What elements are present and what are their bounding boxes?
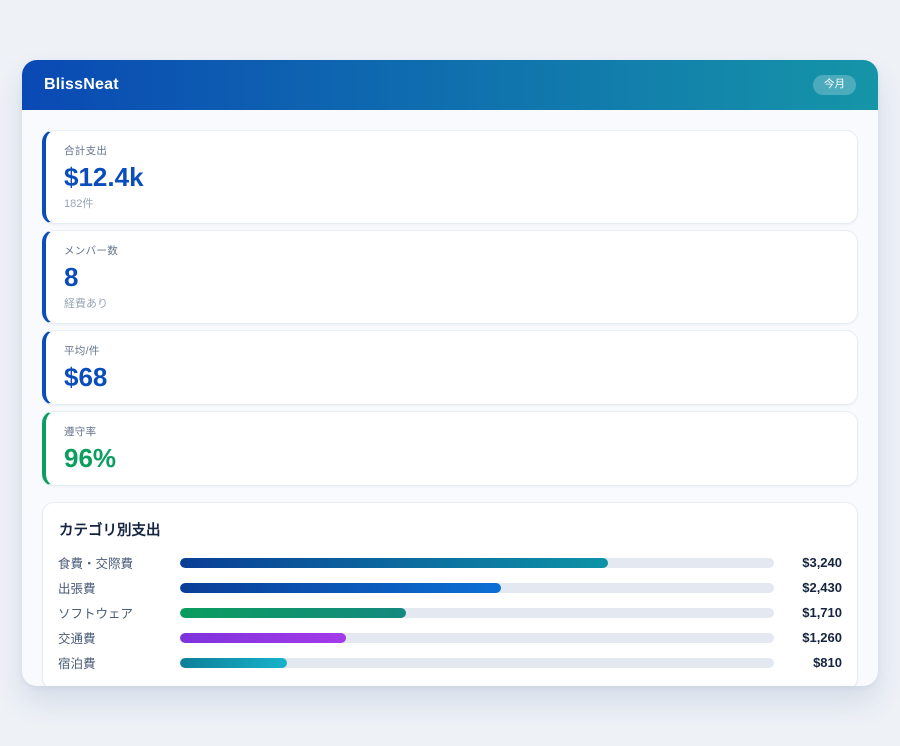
category-value: $1,260 [774, 630, 842, 645]
category-label: 交通費 [58, 628, 180, 647]
category-label: 出張費 [58, 578, 180, 597]
category-row: ソフトウェア $1,710 [58, 600, 842, 625]
category-value: $3,240 [774, 555, 842, 570]
bar-fill [180, 658, 287, 668]
bar-track [180, 583, 774, 593]
bar-fill [180, 633, 346, 643]
stat-value: $12.4k [64, 163, 839, 192]
stat-label: 遵守率 [64, 424, 839, 439]
category-section-title: カテゴリ別支出 [59, 519, 842, 540]
stat-value: 8 [64, 263, 839, 292]
category-label: 食費・交際費 [58, 553, 180, 572]
category-value: $2,430 [774, 580, 842, 595]
bar-fill [180, 583, 501, 593]
bar-track [180, 658, 774, 668]
category-card: カテゴリ別支出 食費・交際費 $3,240 出張費 $2,430 ソフトウェア … [42, 502, 858, 686]
stat-sub: 経費あり [64, 295, 839, 311]
app-container: BlissNeat 今月 合計支出 $12.4k 182件 メンバー数 8 経費… [22, 60, 878, 686]
category-row: 交通費 $1,260 [58, 625, 842, 650]
bar-track [180, 608, 774, 618]
stat-card: 平均/件 $68 [42, 330, 858, 405]
stat-card: 遵守率 96% [42, 411, 858, 486]
stat-card: メンバー数 8 経費あり [42, 230, 858, 324]
category-value: $810 [774, 655, 842, 670]
app-header: BlissNeat 今月 [22, 60, 878, 110]
app-title: BlissNeat [44, 76, 119, 94]
bar-fill [180, 558, 608, 568]
stat-value: $68 [64, 363, 839, 392]
bar-track [180, 558, 774, 568]
bar-fill [180, 608, 406, 618]
category-row: 出張費 $2,430 [58, 575, 842, 600]
stat-sub: 182件 [64, 195, 839, 211]
dashboard-content: 合計支出 $12.4k 182件 メンバー数 8 経費あり 平均/件 $68 遵… [22, 110, 878, 686]
category-row: 食費・交際費 $3,240 [58, 550, 842, 575]
category-value: $1,710 [774, 605, 842, 620]
category-row: 宿泊費 $810 [58, 650, 842, 675]
category-label: ソフトウェア [58, 603, 180, 622]
stat-label: 平均/件 [64, 343, 839, 358]
stat-value: 96% [64, 444, 839, 473]
bar-track [180, 633, 774, 643]
month-badge[interactable]: 今月 [813, 75, 856, 95]
stat-label: 合計支出 [64, 143, 839, 158]
stat-label: メンバー数 [64, 243, 839, 258]
category-label: 宿泊費 [58, 653, 180, 672]
stat-card: 合計支出 $12.4k 182件 [42, 130, 858, 224]
